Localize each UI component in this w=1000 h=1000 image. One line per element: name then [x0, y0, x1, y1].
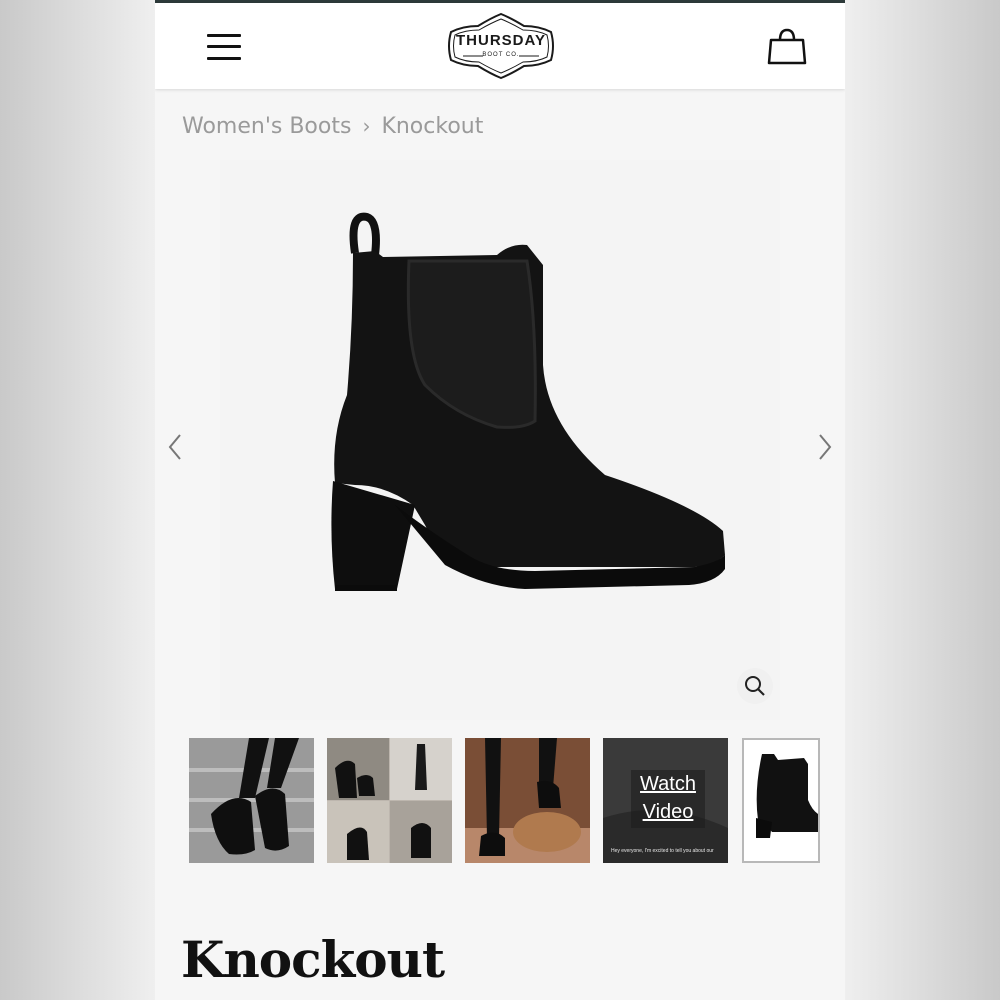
chevron-left-icon[interactable] — [165, 432, 185, 462]
thumbnail-ottoman-photo[interactable] — [465, 738, 590, 863]
product-hero-image[interactable] — [220, 160, 780, 720]
shopping-bag-icon[interactable] — [765, 27, 809, 67]
logo-wordmark: THURSDAY — [456, 32, 546, 49]
thumbnail-strip: Watch Video Hey everyone, I'm excited to… — [189, 738, 829, 864]
magnifier-icon[interactable] — [737, 668, 773, 704]
video-caption: Hey everyone, I'm excited to tell you ab… — [611, 848, 714, 854]
product-page: THURSDAY BOOT CO. Women's Boots › Knocko… — [155, 0, 845, 1000]
logo-subtext: BOOT CO. — [482, 52, 520, 58]
thumbnail-stairs-photo[interactable] — [189, 738, 314, 863]
thumbnail-product-selected[interactable] — [742, 738, 820, 863]
thumbnail-collage-photo[interactable] — [327, 738, 452, 863]
breadcrumb: Women's Boots › Knockout — [182, 114, 483, 139]
chelsea-boot-image — [331, 212, 725, 591]
brand-logo[interactable]: THURSDAY BOOT CO. — [443, 12, 559, 80]
site-header: THURSDAY BOOT CO. — [155, 3, 845, 89]
watch-video-label: Watch Video — [631, 770, 705, 828]
breadcrumb-current: Knockout — [381, 114, 484, 139]
thumbnail-video[interactable]: Watch Video Hey everyone, I'm excited to… — [603, 738, 728, 863]
product-title: Knockout — [181, 930, 445, 989]
chevron-right-icon[interactable] — [815, 432, 835, 462]
breadcrumb-separator: › — [362, 114, 371, 138]
breadcrumb-link-womens-boots[interactable]: Women's Boots — [182, 114, 351, 139]
hamburger-menu-icon[interactable] — [205, 32, 243, 62]
